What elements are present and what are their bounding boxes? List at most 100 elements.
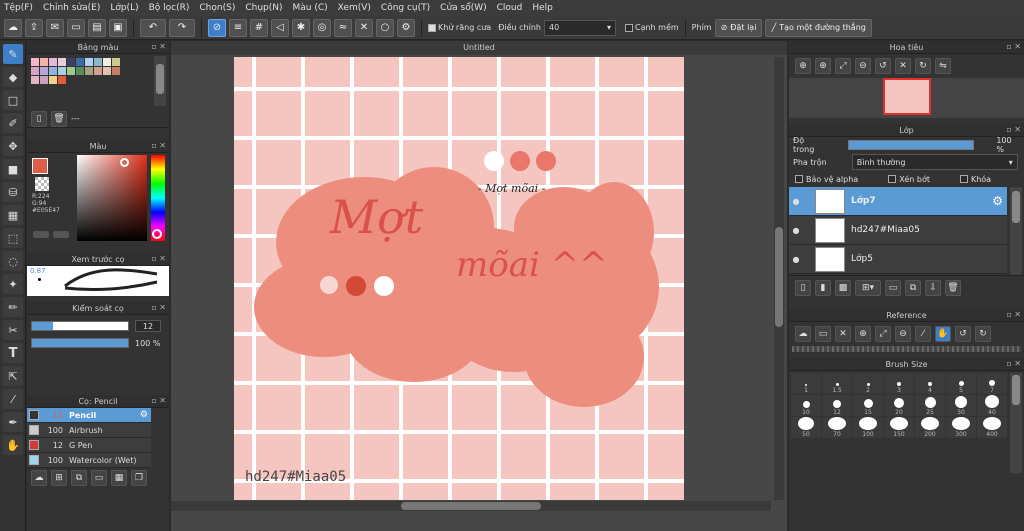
brush-size-cell[interactable]: 100 xyxy=(853,417,883,438)
fit-icon[interactable]: ⤢ xyxy=(835,58,851,74)
text-tool-icon[interactable]: T xyxy=(3,343,23,363)
size-slider[interactable] xyxy=(31,321,129,331)
select-pen-icon[interactable]: ✐ xyxy=(3,113,23,133)
shape-fill-icon[interactable]: ■ xyxy=(3,159,23,179)
redo-icon[interactable]: ↷ xyxy=(169,18,195,37)
palette-swatch[interactable] xyxy=(103,67,111,75)
eraser-tool-icon[interactable]: ◆ xyxy=(3,67,23,87)
undo-icon[interactable]: ↶ xyxy=(140,18,166,37)
palette-swatch[interactable] xyxy=(49,58,57,66)
layer-row[interactable]: ● hd247#Miaa05 xyxy=(789,216,1007,245)
zoom-out-icon[interactable]: ⊖ xyxy=(895,326,911,342)
gear-icon[interactable]: ⚙ xyxy=(140,410,148,420)
saturation-value-picker[interactable] xyxy=(77,155,147,241)
palette-swatch[interactable] xyxy=(85,58,93,66)
brush-size-cell[interactable]: 12 xyxy=(822,395,852,416)
brush-size-cell[interactable]: 400 xyxy=(977,417,1007,438)
fit-icon[interactable]: ⤢ xyxy=(875,326,891,342)
move-tool-icon[interactable]: ✥ xyxy=(3,136,23,156)
brush-list-item[interactable]: 12 G Pen xyxy=(27,438,151,453)
menu-item[interactable]: Xem(V) xyxy=(338,3,371,13)
rect-tool-icon[interactable]: □ xyxy=(3,90,23,110)
brush-size-cell[interactable]: 50 xyxy=(791,417,821,438)
layer-row[interactable]: ● Lớp7 ⚙ xyxy=(789,187,1007,216)
menu-item[interactable]: Chọn(S) xyxy=(199,3,235,13)
curve-snap-icon[interactable]: ≈ xyxy=(334,18,352,37)
brush-list-item[interactable]: 100 Airbrush xyxy=(27,423,151,438)
brush-size-cell[interactable]: 300 xyxy=(946,417,976,438)
radial-snap-icon[interactable]: ✱ xyxy=(292,18,310,37)
brush-tool-icon[interactable]: ✎ xyxy=(3,44,23,64)
gear-icon[interactable]: ⚙ xyxy=(397,18,415,37)
zoom-out-icon[interactable]: ⊖ xyxy=(855,58,871,74)
panel-menu-icon[interactable]: ▫ ✕ xyxy=(151,303,166,312)
menu-item[interactable]: Màu (C) xyxy=(293,3,328,13)
circle-snap-icon[interactable]: ◎ xyxy=(313,18,331,37)
opacity-slider[interactable] xyxy=(31,338,129,348)
brush-size-cell[interactable]: 20 xyxy=(884,395,914,416)
menu-item[interactable]: Chụp(N) xyxy=(245,3,282,13)
panel-menu-icon[interactable]: ▫ ✕ xyxy=(151,42,166,51)
close-icon[interactable]: ✕ xyxy=(835,326,851,342)
menu-item[interactable]: Cloud xyxy=(497,3,523,13)
brush-size-cell[interactable]: 30 xyxy=(946,395,976,416)
adjust-select[interactable]: 40 ▾ xyxy=(543,19,616,36)
rotate-left-icon[interactable]: ↺ xyxy=(955,326,971,342)
new-icon[interactable]: ▭ xyxy=(67,18,85,37)
clip-toggle[interactable]: Xén bớt xyxy=(888,175,930,184)
no-snap-icon[interactable]: ⊘ xyxy=(208,18,226,37)
brush-list-item[interactable]: 12 Pencil ⚙ xyxy=(27,408,151,423)
navigator-thumb[interactable] xyxy=(883,78,931,115)
main-color-swatch[interactable] xyxy=(32,158,48,174)
scroll-thumb[interactable] xyxy=(1012,191,1020,223)
transparent-swatch[interactable] xyxy=(35,177,49,191)
bucket-tool-icon[interactable]: ⛁ xyxy=(3,182,23,202)
settings-brush-icon[interactable]: ▦ xyxy=(111,470,127,486)
duplicate-layer-icon[interactable]: ⧉ xyxy=(905,280,921,296)
lasso-tool-icon[interactable]: ◌ xyxy=(3,251,23,271)
new-halftone-icon[interactable]: ▩ xyxy=(835,280,851,296)
merge-layer-icon[interactable]: ⇩ xyxy=(925,280,941,296)
select-pen-tool-icon[interactable]: ✏ xyxy=(3,297,23,317)
duplicate-brush-icon[interactable]: ⧉ xyxy=(71,470,87,486)
cloud-icon[interactable]: ☁ xyxy=(4,18,22,37)
brush-size-cell[interactable]: 70 xyxy=(822,417,852,438)
scroll-thumb[interactable] xyxy=(156,64,164,94)
palette-swatch[interactable] xyxy=(40,67,48,75)
palette-swatch[interactable] xyxy=(112,67,120,75)
panel-menu-icon[interactable]: ▫ ✕ xyxy=(151,254,166,263)
brush-size-cell[interactable]: 25 xyxy=(915,395,945,416)
reset-button[interactable]: ⊘ Đặt lại xyxy=(714,18,763,37)
brush-size-cell[interactable]: 10 xyxy=(791,395,821,416)
menu-item[interactable]: Chỉnh sửa(E) xyxy=(43,3,100,13)
menu-item[interactable]: Lớp(L) xyxy=(110,3,138,13)
new-palette-icon[interactable]: ▯ xyxy=(31,110,47,127)
protect-alpha-checkbox[interactable] xyxy=(795,175,803,183)
trash-icon[interactable]: 🗑 xyxy=(51,110,67,127)
layer-scrollbar[interactable] xyxy=(1010,187,1022,275)
palette-swatch[interactable] xyxy=(31,76,39,84)
cloud-brush-icon[interactable]: ☁ xyxy=(31,470,47,486)
clip-checkbox[interactable] xyxy=(888,175,897,183)
dropper-tool-icon[interactable]: ⁄ xyxy=(3,389,23,409)
perspective-snap-icon[interactable]: ◁ xyxy=(271,18,289,37)
protect-alpha-toggle[interactable]: Bảo vệ alpha xyxy=(795,175,858,184)
brush-size-cell[interactable]: 4 xyxy=(915,373,945,394)
select-tool-icon[interactable]: ⬚ xyxy=(3,228,23,248)
brush-list-item[interactable]: 100 Watercolor (Wet) xyxy=(27,453,151,468)
panel-menu-icon[interactable]: ▫ ✕ xyxy=(1006,42,1021,51)
palette-swatch[interactable] xyxy=(49,67,57,75)
palette-scrollbar[interactable] xyxy=(154,56,166,106)
trash-icon[interactable]: 🗑 xyxy=(945,280,961,296)
panel-menu-icon[interactable]: ▫ ✕ xyxy=(1006,359,1021,368)
visibility-icon[interactable]: ● xyxy=(789,226,803,235)
brush-size-cell[interactable]: 15 xyxy=(853,395,883,416)
palette-swatch[interactable] xyxy=(58,58,66,66)
cloud-icon[interactable]: ☁ xyxy=(795,326,811,342)
new-layer-icon[interactable]: ▯ xyxy=(795,280,811,296)
scroll-thumb[interactable] xyxy=(1012,375,1020,405)
hue-cursor[interactable] xyxy=(152,229,162,239)
flip-icon[interactable]: ⇋ xyxy=(935,58,951,74)
layer-row[interactable]: ● Lớp5 xyxy=(789,245,1007,274)
brush-size-cell[interactable]: 3 xyxy=(884,373,914,394)
